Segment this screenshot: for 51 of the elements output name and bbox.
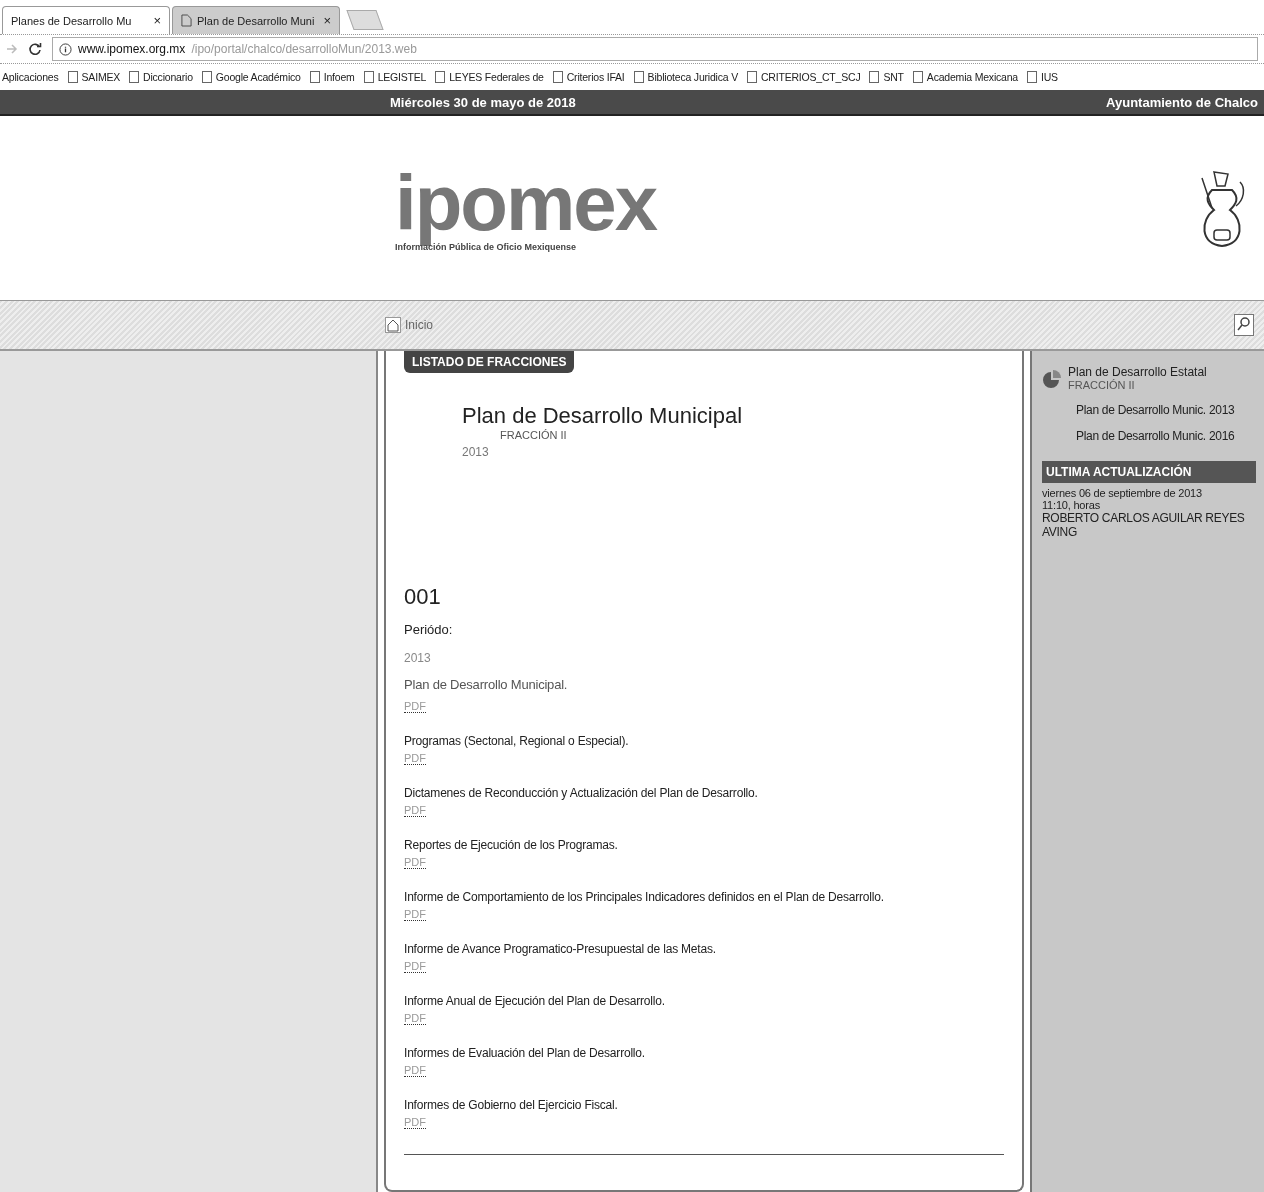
period-value: 2013 <box>404 651 432 665</box>
reload-icon[interactable] <box>28 42 42 56</box>
document-title: Programas (Sectonal, Regional o Especial). <box>404 734 630 748</box>
bookmark-link[interactable]: Criterios IFAI <box>552 71 625 83</box>
section-heading: ULTIMA ACTUALIZACIÓN <box>1042 461 1256 483</box>
document-title: Informe Anual de Ejecución del Plan de Desarrollo. <box>404 994 666 1008</box>
address-field[interactable]: www.ipomex.org.mx /ipo/portal/chalco/desarrolloMun/2013.web <box>52 37 1258 61</box>
bookmark-link[interactable]: IUS <box>1027 71 1058 83</box>
bookmark-link[interactable]: Google Académico <box>201 71 301 83</box>
sidebar-link[interactable]: Plan de Desarrollo Munic. 2016 <box>1076 429 1256 443</box>
period-label: Periódo: <box>404 622 454 637</box>
house-icon <box>385 317 401 333</box>
document-title: Plan de Desarrollo Municipal. <box>404 677 569 692</box>
bookmark-link[interactable]: Academia Mexicana <box>912 71 1018 83</box>
bookmark-link[interactable]: CRITERIOS_CT_SCJ <box>746 71 861 83</box>
document-title: Informes de Evaluación del Plan de Desarrollo. <box>404 1046 646 1060</box>
close-icon[interactable]: × <box>153 13 161 28</box>
bookmark-link[interactable]: SAIMEX <box>67 71 121 83</box>
bookmark-link[interactable]: SNT <box>869 71 904 83</box>
browser-tab[interactable]: Planes de Desarrollo Mu × <box>2 6 170 34</box>
update-date: viernes 06 de septiembre de 2013 <box>1042 487 1203 499</box>
sidebar-link[interactable]: Plan de Desarrollo Munic. 2013 <box>1076 403 1256 417</box>
page-title: Plan de Desarrollo Municipal <box>462 403 744 429</box>
update-time: 11:10, horas <box>1042 499 1101 511</box>
home-link[interactable]: Inicio <box>385 317 433 333</box>
document-title: Informe de Avance Programatico-Presupuestal de las Metas. <box>404 942 717 956</box>
bookmark-link[interactable]: Biblioteca Juridica V <box>633 71 738 83</box>
document-title: Informes de Gobierno del Ejercicio Fiscal. <box>404 1098 619 1112</box>
fraction-label: FRACCIÓN II <box>500 429 568 441</box>
current-date: Miércoles 30 de mayo de 2018 <box>390 94 576 110</box>
page-icon <box>181 14 192 27</box>
bookmark-link[interactable]: Infoem <box>309 71 355 83</box>
search-icon[interactable] <box>1234 314 1254 336</box>
fraction-label: FRACCIÓN II <box>1068 379 1136 391</box>
bookmark-link[interactable]: LEYES Federales de <box>435 71 544 83</box>
document-title: Informe de Comportamiento de los Principales Indicadores definidos en el Plan de Desarrollo. <box>404 890 885 904</box>
sidebar-heading[interactable]: Plan de Desarrollo Estatal <box>1068 365 1207 379</box>
pie-icon <box>1042 369 1062 389</box>
info-icon <box>59 42 72 56</box>
year-label: 2013 <box>462 445 490 459</box>
bookmark-link[interactable]: Diccionario <box>129 71 193 83</box>
organization-name: Ayuntamiento de Chalco <box>1106 94 1258 110</box>
section-label: LISTADO DE FRACCIONES <box>404 351 575 373</box>
update-author: ROBERTO CARLOS AGUILAR REYES AVING <box>1042 511 1246 539</box>
bookmark-link[interactable]: Aplicaciones <box>2 71 59 83</box>
bookmark-link[interactable]: LEGISTEL <box>363 71 427 83</box>
close-icon[interactable]: × <box>323 13 331 28</box>
document-title: Dictamenes de Reconducción y Actualización del Plan de Desarrollo. <box>404 786 759 800</box>
document-title: Reportes de Ejecución de los Programas. <box>404 838 619 852</box>
browser-tab[interactable]: Plan de Desarrollo Muni × <box>172 6 340 34</box>
record-number: 001 <box>404 584 442 610</box>
